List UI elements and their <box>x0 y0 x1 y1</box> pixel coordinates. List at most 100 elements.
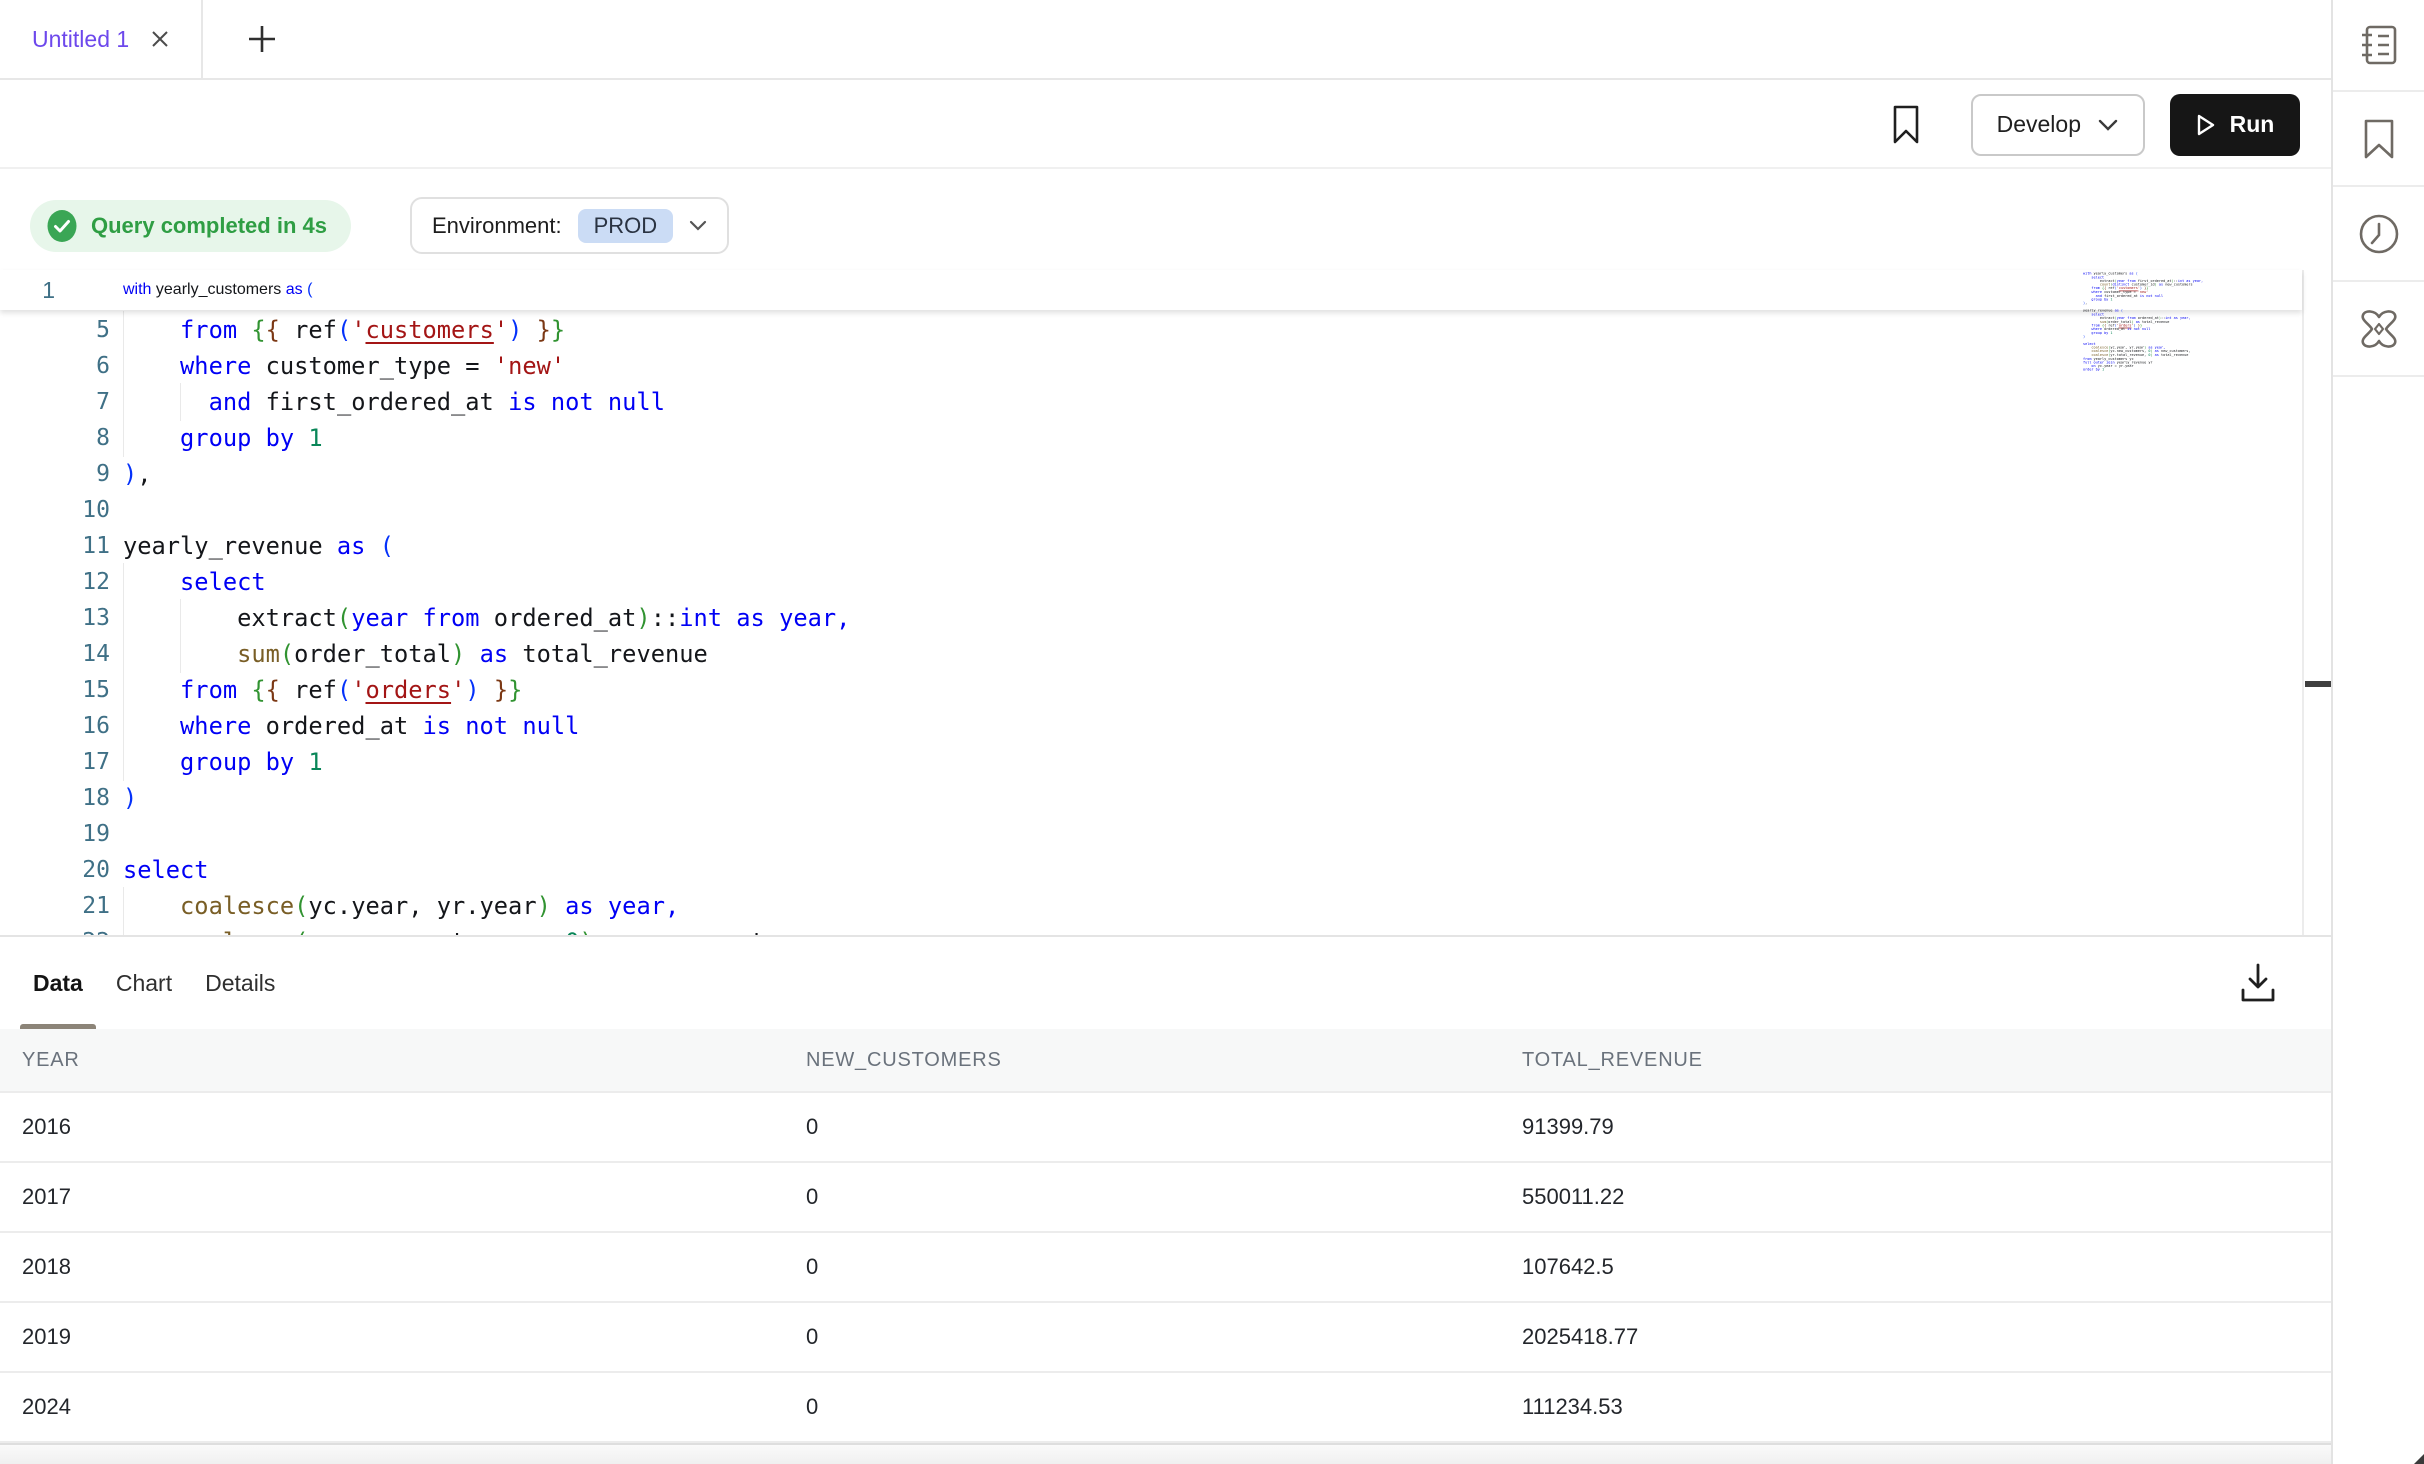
indent-guide <box>123 599 124 637</box>
table-row: 2016091399.79 <box>0 1093 2331 1163</box>
indent-guide <box>123 419 124 457</box>
query-status-badge: Query completed in 4s <box>30 200 351 252</box>
table-cell: 0 <box>784 1254 1500 1280</box>
line-number: 1 <box>0 277 55 304</box>
download-icon[interactable] <box>2238 961 2278 1005</box>
close-icon[interactable] <box>149 28 171 50</box>
sticky-scroll-line[interactable]: 1 with yearly_customers as ( <box>0 270 2302 310</box>
code-line[interactable]: 19 <box>0 816 2302 852</box>
table-cell: 2016 <box>0 1114 784 1140</box>
play-icon <box>2196 113 2216 137</box>
indent-guide <box>180 635 181 673</box>
table-cell: 2025418.77 <box>1500 1324 2331 1350</box>
develop-button[interactable]: Develop <box>1971 94 2145 156</box>
line-number: 10 <box>0 497 110 523</box>
line-number: 15 <box>0 677 110 703</box>
table-cell: 2019 <box>0 1324 784 1350</box>
code-line[interactable]: 5 from {{ ref('customers') }} <box>0 312 2302 348</box>
table-cell: 550011.22 <box>1500 1184 2331 1210</box>
tab-details[interactable]: Details <box>192 937 288 1029</box>
code-line[interactable]: 9), <box>0 456 2302 492</box>
editor-viewport[interactable]: 5 from {{ ref('customers') }}6 where cus… <box>0 310 2302 935</box>
table-row: 20180107642.5 <box>0 1233 2331 1303</box>
line-number: 6 <box>0 353 110 379</box>
sticky-line-code: with yearly_customers as ( <box>123 281 312 299</box>
indent-guide <box>123 923 124 935</box>
chevron-down-icon <box>689 220 707 232</box>
notebook-icon[interactable] <box>2333 0 2424 92</box>
explore-icon[interactable] <box>2333 282 2424 377</box>
table-cell: 2017 <box>0 1184 784 1210</box>
code-line[interactable]: 13 extract(year from ordered_at)::int as… <box>0 600 2302 636</box>
line-number: 17 <box>0 749 110 775</box>
tab-details-label: Details <box>205 970 275 997</box>
tab-chart-label: Chart <box>116 970 172 997</box>
code-line[interactable]: 17 group by 1 <box>0 744 2302 780</box>
status-check-icon <box>46 210 78 242</box>
indent-guide <box>180 599 181 637</box>
code-line[interactable]: 14 sum(order_total) as total_revenue <box>0 636 2302 672</box>
table-row: 20240111234.53 <box>0 1373 2331 1443</box>
indent-guide <box>123 563 124 601</box>
editor-scrollbar-track[interactable] <box>2302 270 2331 935</box>
indent-guide <box>123 635 124 673</box>
environment-label: Environment: <box>432 213 562 239</box>
code-line[interactable]: 7 and first_ordered_at is not null <box>0 384 2302 420</box>
code-line[interactable]: 16 where ordered_at is not null <box>0 708 2302 744</box>
indent-guide <box>123 383 124 421</box>
code-editor[interactable]: 5 from {{ ref('customers') }}6 where cus… <box>0 270 2302 935</box>
results-rows: 2016091399.79 2017 0 550011.22 20180107642.5… <box>0 1093 2331 1443</box>
column-header: TOTAL_REVENUE <box>1500 1049 2331 1072</box>
code-line[interactable]: 15 from {{ ref('orders') }} <box>0 672 2302 708</box>
line-number: 16 <box>0 713 110 739</box>
scrollbar-marker[interactable] <box>2305 681 2332 687</box>
history-icon[interactable] <box>2333 187 2424 282</box>
environment-select[interactable]: Environment: PROD <box>410 197 729 254</box>
tab-chart[interactable]: Chart <box>103 937 185 1029</box>
bookmark-icon[interactable] <box>1891 104 1921 146</box>
run-button[interactable]: Run <box>2170 94 2300 156</box>
tab-label: Untitled 1 <box>32 26 129 53</box>
toolbar: Develop Run <box>0 82 2331 169</box>
line-number: 5 <box>0 317 110 343</box>
code-line[interactable]: 10 <box>0 492 2302 528</box>
code-line[interactable]: 22 coalesce(yc.new_customers, 0) as new_… <box>0 924 2302 935</box>
table-cell: 0 <box>784 1324 1500 1350</box>
query-status-text: Query completed in 4s <box>91 213 327 239</box>
table-cell: 2024 <box>0 1394 784 1420</box>
results-panel: Data Chart Details YEARNEW_CUSTOMERSTOTA… <box>0 935 2331 1464</box>
tab-data[interactable]: Data <box>20 937 96 1029</box>
code-line[interactable]: 18) <box>0 780 2302 816</box>
line-number: 8 <box>0 425 110 451</box>
line-number: 11 <box>0 533 110 559</box>
new-tab-button[interactable] <box>245 22 279 56</box>
right-sidebar <box>2331 0 2424 1464</box>
bookmark-icon[interactable] <box>2333 92 2424 187</box>
run-label: Run <box>2230 111 2275 138</box>
indent-guide <box>180 383 181 421</box>
line-number: 12 <box>0 569 110 595</box>
results-tab-bar: Data Chart Details <box>0 937 2331 1029</box>
code-line[interactable]: 20select <box>0 852 2302 888</box>
code-line[interactable]: 11yearly_revenue as ( <box>0 528 2302 564</box>
results-header-row: YEARNEW_CUSTOMERSTOTAL_REVENUE <box>0 1029 2331 1093</box>
resize-grip[interactable] <box>2414 1454 2424 1464</box>
code-line[interactable]: 21 coalesce(yc.year, yr.year) as year, <box>0 888 2302 924</box>
table-cell: 0 <box>784 1394 1500 1420</box>
develop-label: Develop <box>1997 111 2081 138</box>
column-header: YEAR <box>0 1049 784 1072</box>
code-line[interactable]: 6 where customer_type = 'new' <box>0 348 2302 384</box>
code-line[interactable]: 8 group by 1 <box>0 420 2302 456</box>
editor-lines: 5 from {{ ref('customers') }}6 where cus… <box>0 312 2302 935</box>
table-cell: 111234.53 <box>1500 1394 2331 1420</box>
horizontal-scrollbar-track[interactable] <box>0 1443 2331 1464</box>
table-row: 201902025418.77 <box>0 1303 2331 1373</box>
code-line[interactable]: 12 select <box>0 564 2302 600</box>
line-number: 18 <box>0 785 110 811</box>
indent-guide <box>123 311 124 349</box>
minimap[interactable]: with yearly_customers as ( select extrac… <box>2083 272 2233 384</box>
line-number: 19 <box>0 821 110 847</box>
column-header: NEW_CUSTOMERS <box>784 1049 1500 1072</box>
tab-untitled-1[interactable]: Untitled 1 <box>0 0 203 79</box>
line-number: 14 <box>0 641 110 667</box>
